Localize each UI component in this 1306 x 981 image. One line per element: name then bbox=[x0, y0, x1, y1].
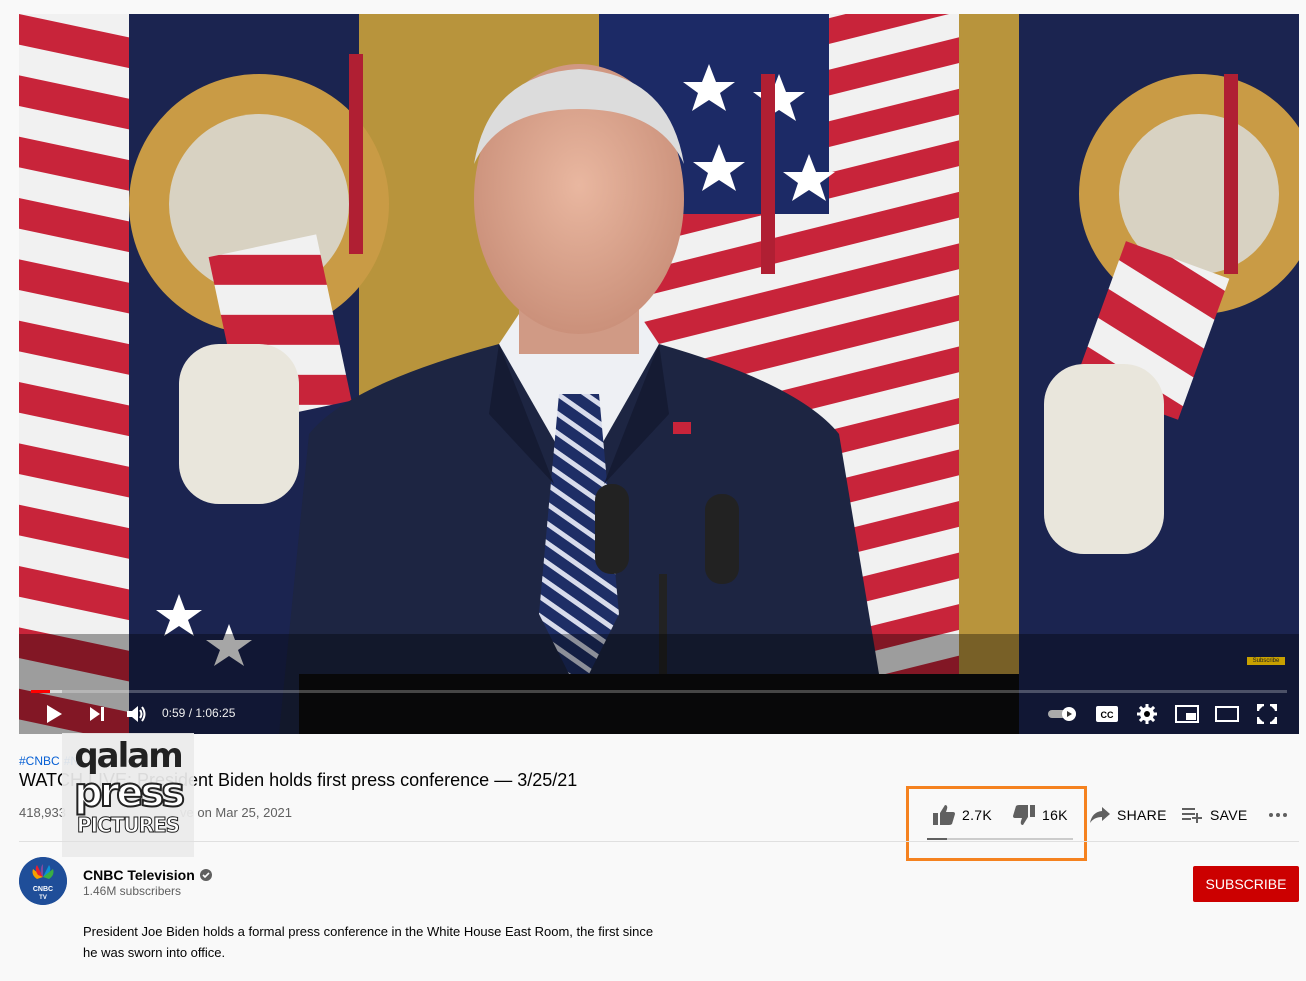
theater-button[interactable] bbox=[1213, 694, 1241, 734]
watermark-logo: qalam press PICTURES bbox=[62, 733, 194, 857]
avatar-text-1: CNBC bbox=[33, 886, 53, 893]
volume-icon bbox=[127, 706, 146, 722]
svg-text:CC: CC bbox=[1101, 710, 1114, 720]
more-horizontal-icon bbox=[1269, 813, 1287, 817]
save-button[interactable]: SAVE bbox=[1182, 800, 1248, 830]
captions-button[interactable]: CC bbox=[1094, 694, 1120, 734]
channel-name-text: CNBC Television bbox=[83, 867, 195, 883]
fullscreen-icon bbox=[1257, 704, 1277, 724]
progress-bar[interactable] bbox=[31, 690, 1287, 693]
time-display: 0:59 / 1:06:25 bbox=[162, 706, 236, 720]
autoplay-toggle-icon bbox=[1048, 707, 1076, 721]
play-button[interactable] bbox=[39, 694, 69, 734]
cnbc-peacock-icon: CNBC TV bbox=[19, 857, 67, 905]
mute-button[interactable] bbox=[122, 694, 152, 734]
avatar-text-2: TV bbox=[39, 895, 47, 901]
cc-icon: CC bbox=[1096, 706, 1118, 722]
highlight-box bbox=[906, 786, 1087, 861]
fullscreen-button[interactable] bbox=[1255, 694, 1279, 734]
player-controls: 0:59 / 1:06:25 CC bbox=[19, 694, 1299, 734]
divider bbox=[19, 841, 1299, 842]
autoplay-toggle[interactable] bbox=[1047, 694, 1079, 734]
watermark-line-2: press bbox=[73, 770, 186, 816]
verified-check-icon bbox=[199, 869, 212, 881]
subscriber-count: 1.46M subscribers bbox=[83, 884, 182, 898]
play-icon bbox=[47, 705, 62, 723]
video-frame[interactable] bbox=[19, 14, 1299, 734]
theater-icon bbox=[1215, 706, 1239, 722]
view-count: 418,933 bbox=[19, 805, 66, 820]
share-label: SHARE bbox=[1117, 807, 1167, 823]
share-button[interactable]: SHARE bbox=[1089, 800, 1167, 830]
corner-subscribe-badge[interactable]: Subscribe bbox=[1247, 657, 1285, 665]
watermark-line-1: qalam bbox=[74, 736, 183, 776]
settings-button[interactable] bbox=[1134, 694, 1160, 734]
channel-name[interactable]: CNBC Television bbox=[83, 867, 212, 883]
miniplayer-icon bbox=[1175, 705, 1199, 723]
next-button[interactable] bbox=[83, 694, 111, 734]
watermark-line-3: PICTURES bbox=[76, 813, 180, 838]
publish-date: ve on Mar 25, 2021 bbox=[180, 805, 293, 820]
add-to-playlist-icon bbox=[1182, 808, 1202, 823]
settings-icon bbox=[1137, 704, 1157, 724]
more-actions-button[interactable] bbox=[1268, 800, 1288, 830]
share-icon bbox=[1090, 807, 1110, 823]
video-description: President Joe Biden holds a formal press… bbox=[83, 921, 703, 963]
save-label: SAVE bbox=[1210, 807, 1248, 823]
video-player[interactable]: Subscribe 0:59 / 1:06:25 CC bbox=[19, 14, 1299, 734]
progress-played bbox=[31, 690, 50, 693]
youtube-watch-page: Subscribe 0:59 / 1:06:25 CC #CNBC WATCH … bbox=[0, 0, 1306, 981]
description-line: President Joe Biden holds a formal press… bbox=[83, 924, 654, 939]
miniplayer-button[interactable] bbox=[1174, 694, 1200, 734]
subscribe-button[interactable]: SUBSCRIBE bbox=[1193, 866, 1299, 902]
next-icon bbox=[90, 707, 104, 721]
hashtag-link[interactable]: #CNBC bbox=[19, 754, 60, 768]
channel-avatar[interactable]: CNBC TV bbox=[19, 857, 67, 905]
description-line: he was sworn into office. bbox=[83, 945, 226, 960]
